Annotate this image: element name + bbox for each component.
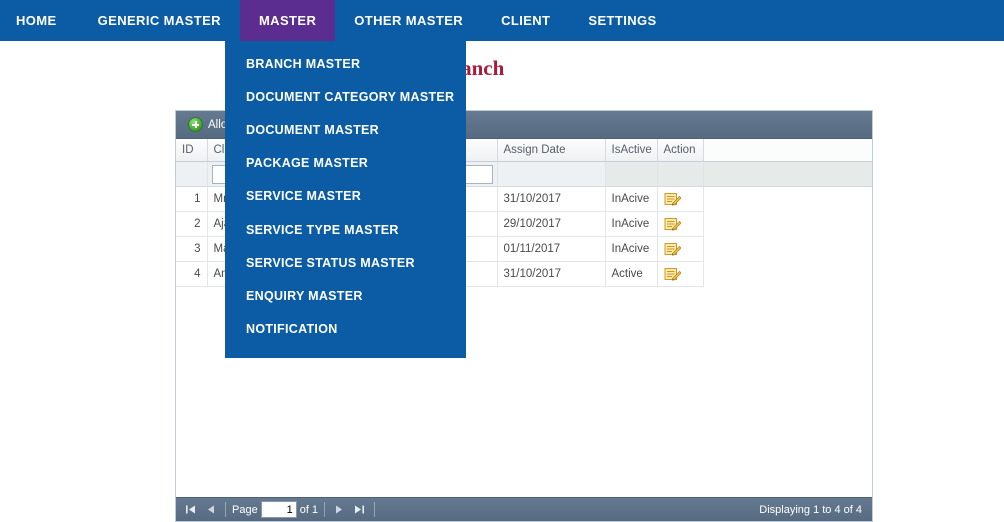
first-page-icon[interactable] [182,501,199,518]
cell-isactive: InAcive [605,236,658,262]
nav-item-client[interactable]: CLIENT [482,0,569,41]
dropdown-item-label: DOCUMENT CATEGORY MASTER [246,89,455,104]
cell-id: 3 [176,236,208,262]
cell-isactive: Active [605,261,658,287]
nav-item-other-master[interactable]: OTHER MASTER [335,0,482,41]
dropdown-item-enquiry-master[interactable]: ENQUIRY MASTER [225,279,466,312]
dropdown-item-label: SERVICE TYPE MASTER [246,222,399,237]
previous-page-icon[interactable] [202,501,219,518]
nav-item-generic-master[interactable]: GENERIC MASTER [79,0,240,41]
cell-filler [703,236,872,262]
dropdown-item-service-status-master[interactable]: SERVICE STATUS MASTER [225,246,466,279]
nav-item-label: OTHER MASTER [354,13,464,28]
dropdown-item-label: ENQUIRY MASTER [246,288,363,303]
pager-status: Displaying 1 to 4 of 4 [759,503,862,516]
nav-item-master[interactable]: MASTER [239,0,336,41]
grid-pager: Page of 1 Displaying 1 to 4 of 4 [176,497,872,521]
dropdown-item-label: PACKAGE MASTER [246,156,369,171]
plus-circle-icon [188,117,203,132]
edit-icon[interactable] [664,266,682,282]
dropdown-item-document-master[interactable]: DOCUMENT MASTER [225,113,466,146]
dropdown-item-service-master[interactable]: SERVICE MASTER [225,180,466,213]
nav-item-label: GENERIC MASTER [97,13,221,28]
nav-item-label: MASTER [258,13,317,28]
column-header-assign-date[interactable]: Assign Date [497,139,606,162]
cell-action [657,261,704,287]
edit-icon[interactable] [664,241,682,257]
dropdown-item-package-master[interactable]: PACKAGE MASTER [225,147,466,180]
cell-assign-date: 01/11/2017 [497,236,606,262]
cell-isactive: InAcive [605,211,658,237]
cell-action [657,236,704,262]
dropdown-item-service-type-master[interactable]: SERVICE TYPE MASTER [225,213,466,246]
dropdown-item-label: SERVICE MASTER [246,189,362,204]
cell-filler [703,211,872,237]
edit-icon[interactable] [664,191,682,207]
column-header-id[interactable]: ID [176,139,208,162]
dropdown-item-label: NOTIFICATION [246,322,338,337]
pager-page-input[interactable] [260,501,297,518]
cell-filler [703,186,872,212]
nav-item-label: SETTINGS [588,13,657,28]
filter-cell-isactive [605,161,658,187]
dropdown-item-label: BRANCH MASTER [246,56,361,71]
nav-item-settings[interactable]: SETTINGS [569,0,675,41]
cell-id: 2 [176,211,208,237]
cell-action [657,186,704,212]
dropdown-item-label: DOCUMENT MASTER [246,122,379,137]
filter-cell-id [176,161,208,187]
dropdown-item-branch-master[interactable]: BRANCH MASTER [225,47,466,80]
column-header-filler [703,139,872,162]
filter-cell-filler [703,161,872,187]
pager-separator [374,502,376,517]
main-navbar: HOME GENERIC MASTER MASTER OTHER MASTER … [0,0,1004,41]
cell-assign-date: 31/10/2017 [497,186,606,212]
dropdown-item-document-category-master[interactable]: DOCUMENT CATEGORY MASTER [225,80,466,113]
master-dropdown-menu: BRANCH MASTER DOCUMENT CATEGORY MASTER D… [225,41,466,358]
last-page-icon[interactable] [351,501,368,518]
pager-separator [324,502,326,517]
filter-cell-assign-date [497,161,606,187]
cell-isactive: InAcive [605,186,658,212]
nav-item-label: CLIENT [501,13,551,28]
column-header-isactive[interactable]: IsActive [605,139,658,162]
cell-assign-date: 29/10/2017 [497,211,606,237]
cell-assign-date: 31/10/2017 [497,261,606,287]
cell-id: 4 [176,261,208,287]
nav-item-home[interactable]: HOME [0,0,79,41]
dropdown-item-label: SERVICE STATUS MASTER [246,255,415,270]
filter-cell-action [657,161,704,187]
pager-separator [225,502,226,517]
pager-page-label: Page [232,503,258,516]
nav-item-label: HOME [16,13,57,28]
cell-id: 1 [176,186,208,212]
column-header-action[interactable]: Action [657,139,704,162]
edit-icon[interactable] [664,216,682,232]
next-page-icon[interactable] [331,501,348,518]
dropdown-item-notification[interactable]: NOTIFICATION [225,313,466,346]
pager-of-label: of 1 [299,503,319,516]
cell-action [657,211,704,237]
cell-filler [703,261,872,287]
